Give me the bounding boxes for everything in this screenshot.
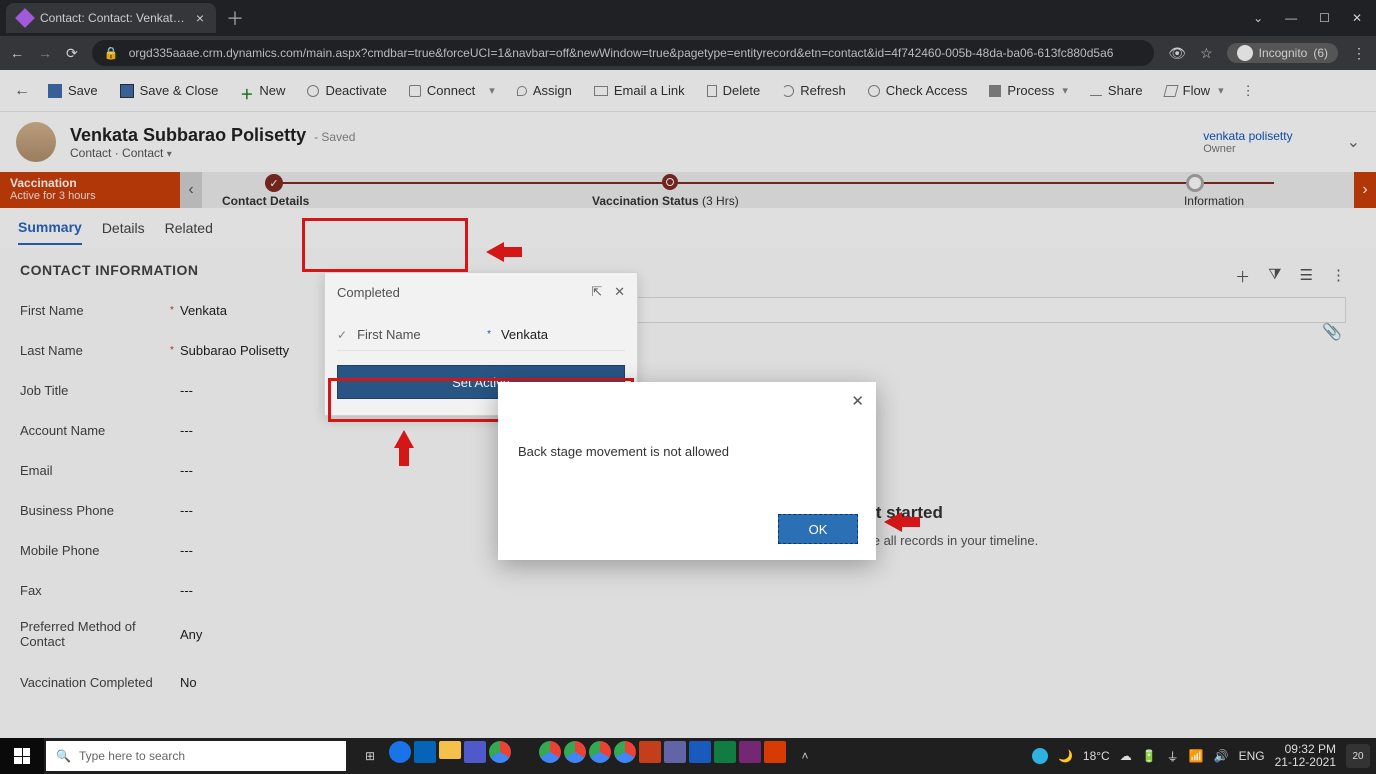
incognito-indicator[interactable]: Incognito (6)	[1227, 43, 1338, 63]
date: 21-12-2021	[1275, 756, 1336, 769]
kebab-icon[interactable]: ⋮	[1352, 45, 1366, 62]
notifications-button[interactable]: 20	[1346, 744, 1370, 768]
volume-icon[interactable]: 🔊	[1214, 749, 1229, 763]
browser-tab-strip: Contact: Contact: Venkata Subba × ＋ ⌄ — …	[0, 0, 1376, 36]
back-icon[interactable]: ←	[10, 45, 24, 61]
teams-icon[interactable]	[464, 741, 486, 763]
close-window-icon[interactable]: ✕	[1352, 11, 1362, 25]
tray-icon[interactable]: 🌙	[1058, 749, 1073, 763]
network-icon[interactable]: ⏚	[1167, 748, 1179, 765]
system-tray: 🌙 18°C ☁ 🔋 ⏚ 📶 🔊 ENG 09:32 PM 21-12-2021…	[1032, 743, 1376, 769]
windows-taskbar: 🔍 Type here to search ⊞ ˄ 🌙 18°C ☁ 🔋 ⏚ 📶 …	[0, 738, 1376, 774]
error-dialog: ✕ Back stage movement is not allowed OK	[498, 382, 876, 560]
tray-icon[interactable]	[1032, 748, 1048, 764]
chrome-icon-4[interactable]	[589, 741, 611, 763]
chrome-icon-3[interactable]	[564, 741, 586, 763]
minimize-icon[interactable]: —	[1285, 11, 1297, 25]
clock[interactable]: 09:32 PM 21-12-2021	[1275, 743, 1336, 769]
windows-icon	[14, 748, 30, 764]
new-tab-button[interactable]: ＋	[226, 5, 244, 31]
chrome-icon-1[interactable]	[489, 741, 511, 763]
temperature: 18°C	[1083, 749, 1110, 763]
search-icon: 🔍	[56, 749, 71, 763]
app-icon-2[interactable]	[664, 741, 686, 763]
word-icon[interactable]	[689, 741, 711, 763]
app-icon-1[interactable]	[639, 741, 661, 763]
address-bar[interactable]: 🔒 orgd335aaae.crm.dynamics.com/main.aspx…	[92, 40, 1155, 66]
taskbar-apps: ⊞ ˄	[354, 741, 821, 771]
incognito-count: (6)	[1313, 46, 1328, 60]
task-view-icon[interactable]: ⊞	[354, 741, 386, 771]
app-icon-4[interactable]	[764, 741, 786, 763]
browser-toolbar: ← → ⟳ 🔒 orgd335aaae.crm.dynamics.com/mai…	[0, 36, 1376, 70]
store-icon[interactable]	[514, 741, 536, 763]
outlook-icon[interactable]	[414, 741, 436, 763]
notification-count: 20	[1352, 751, 1363, 762]
chevron-down-icon[interactable]: ⌄	[1253, 11, 1263, 25]
excel-icon[interactable]	[714, 741, 736, 763]
tab-title: Contact: Contact: Venkata Subba	[40, 11, 188, 25]
star-icon[interactable]: ☆	[1200, 45, 1213, 62]
start-button[interactable]	[0, 738, 44, 774]
app-icon-3[interactable]	[739, 741, 761, 763]
chrome-icon-2[interactable]	[539, 741, 561, 763]
reload-icon[interactable]: ⟳	[66, 45, 78, 62]
onedrive-icon[interactable]: ☁	[1120, 749, 1132, 763]
maximize-icon[interactable]: ☐	[1319, 11, 1330, 25]
dynamics-icon	[15, 8, 35, 28]
language-indicator[interactable]: ENG	[1239, 749, 1265, 763]
dialog-ok-button[interactable]: OK	[778, 514, 858, 544]
incognito-label: Incognito	[1259, 46, 1308, 60]
url-text: orgd335aaae.crm.dynamics.com/main.aspx?c…	[129, 46, 1114, 60]
battery-icon[interactable]: 🔋	[1142, 749, 1157, 763]
lock-icon: 🔒	[104, 46, 119, 60]
explorer-icon[interactable]	[439, 741, 461, 759]
weather-widget[interactable]: 18°C	[1083, 749, 1110, 763]
chrome-icon-5[interactable]	[614, 741, 636, 763]
taskbar-search[interactable]: 🔍 Type here to search	[46, 741, 346, 771]
chevron-up-icon[interactable]: ˄	[789, 741, 821, 771]
incognito-icon	[1237, 45, 1253, 61]
forward-icon[interactable]: →	[38, 45, 52, 61]
browser-tab[interactable]: Contact: Contact: Venkata Subba ×	[6, 3, 216, 33]
wifi-icon[interactable]: 📶	[1189, 749, 1204, 763]
dialog-close-icon[interactable]: ✕	[851, 392, 864, 410]
close-tab-icon[interactable]: ×	[196, 10, 204, 26]
eye-off-icon[interactable]: 👁	[1168, 45, 1186, 62]
search-placeholder: Type here to search	[79, 749, 185, 763]
edge-icon[interactable]	[389, 741, 411, 763]
dialog-message: Back stage movement is not allowed	[518, 444, 729, 459]
